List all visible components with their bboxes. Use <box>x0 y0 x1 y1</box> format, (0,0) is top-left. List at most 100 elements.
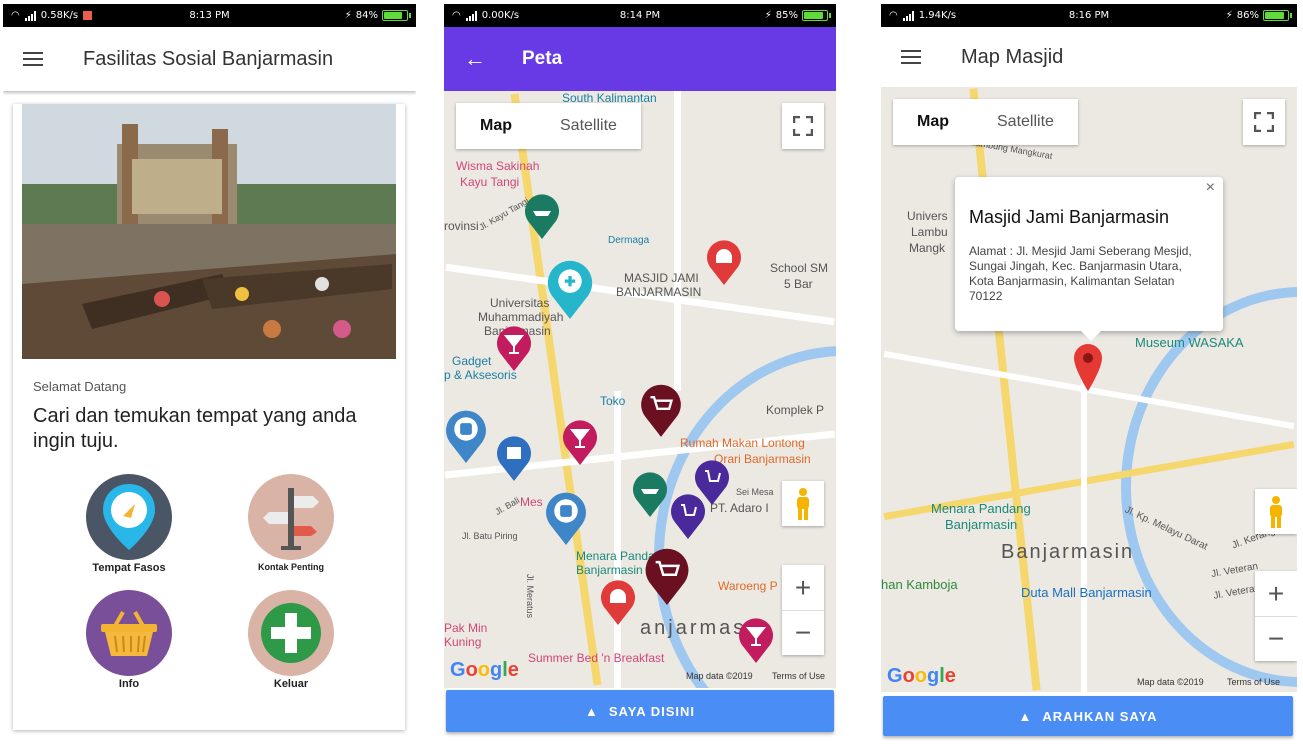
map-label: Menara Pandang <box>931 501 1031 516</box>
notification-icon <box>83 11 93 20</box>
signal-icon <box>902 10 914 21</box>
building-pin-icon[interactable] <box>496 435 532 481</box>
app-bar: Fasilitas Sosial Banjarmasin <box>3 27 416 91</box>
basket-icon <box>86 590 172 676</box>
map-data-credit: Map data ©2019 <box>686 671 753 681</box>
headline-text: Cari dan temukan tempat yang anda ingin … <box>33 405 357 452</box>
google-logo: Google <box>450 659 519 681</box>
cocktail-pin-icon[interactable] <box>738 617 774 663</box>
status-bar: ◠ 0.00K/s 8:14 PM ⚡ 85% <box>444 4 836 27</box>
google-logo: Google <box>887 665 956 687</box>
cocktail-pin-icon[interactable] <box>496 325 532 371</box>
map-label: Duta Mall Banjarmasin <box>1021 585 1152 600</box>
fullscreen-icon[interactable] <box>1243 99 1285 145</box>
map-data-credit: Map data ©2019 <box>1137 677 1204 687</box>
road <box>674 91 681 391</box>
hamburger-menu-icon[interactable] <box>23 52 43 66</box>
battery-saver-icon: ⚡ <box>1225 10 1233 21</box>
info-close-button[interactable]: × <box>1206 179 1215 197</box>
tile-tempat-fasos[interactable]: Tempat Fasos <box>74 474 184 574</box>
train-pin-icon[interactable] <box>444 409 488 463</box>
info-window: × Masjid Jami Banjarmasin Alamat : Jl. M… <box>955 177 1223 341</box>
zoom-in-button[interactable]: + <box>1255 571 1297 616</box>
button-label: SAYA DISINI <box>608 703 696 719</box>
terms-of-use-link[interactable]: Terms of Use <box>1227 677 1280 687</box>
map-label: MASJID JAMI <box>624 271 699 285</box>
zoom-out-button[interactable]: − <box>782 610 824 655</box>
battery-percent: 85% <box>775 10 798 21</box>
tile-kontak-penting[interactable]: Kontak Penting <box>236 474 346 572</box>
map-label: Rumah Makan Lontong <box>680 436 805 450</box>
boat-pin-icon[interactable] <box>524 193 560 239</box>
map-type-control: Map Satellite <box>893 99 1078 145</box>
map-label: Wisma Sakinah <box>456 159 540 173</box>
tile-label: Tempat Fasos <box>92 562 166 574</box>
map-label: Mes <box>520 495 543 509</box>
map-label: Banjarmasin <box>945 517 1018 532</box>
map-type-satellite[interactable]: Satellite <box>973 99 1078 145</box>
train-pin-icon[interactable] <box>544 491 588 545</box>
battery-icon <box>802 10 831 21</box>
welcome-text: Selamat Datang <box>33 379 127 394</box>
map-type-satellite[interactable]: Satellite <box>536 103 641 149</box>
button-label: ARAHKAN SAYA <box>1042 708 1158 724</box>
network-speed: 1.94K/s <box>918 10 957 21</box>
network-speed: 0.00K/s <box>481 10 520 21</box>
wifi-icon: ◠ <box>889 10 898 21</box>
zoom-out-button[interactable]: − <box>1255 616 1297 661</box>
city-photo <box>22 104 396 359</box>
shop-pin-icon[interactable] <box>642 547 692 605</box>
hospital-pin-icon[interactable] <box>546 259 594 319</box>
floating-market-image <box>22 104 396 359</box>
fullscreen-icon[interactable] <box>782 103 824 149</box>
google-map[interactable]: South Kalimantan Wisma Sakinah Kayu Tang… <box>444 91 836 688</box>
app-bar: Map Masjid <box>881 27 1297 87</box>
tile-info[interactable]: Info <box>74 590 184 690</box>
zoom-control: + − <box>1255 571 1297 661</box>
hamburger-menu-icon[interactable] <box>901 50 921 64</box>
cocktail-pin-icon[interactable] <box>562 419 598 465</box>
cart-pin-icon[interactable] <box>670 493 706 539</box>
pegman-icon[interactable] <box>1255 489 1297 534</box>
boat-pin-icon[interactable] <box>632 471 668 517</box>
zoom-in-button[interactable]: + <box>782 565 824 610</box>
map-label: Gadget <box>452 354 492 368</box>
plus-icon <box>248 590 334 676</box>
tile-keluar[interactable]: Keluar <box>236 590 346 690</box>
phone-map-screen: ◠ 0.00K/s 8:14 PM ⚡ 85% ← Peta South Kal… <box>444 4 836 742</box>
map-pin-icon <box>86 474 172 560</box>
map-label: han Kamboja <box>881 577 958 592</box>
road <box>1081 347 1087 692</box>
battery-icon <box>1263 10 1292 21</box>
google-map[interactable]: Univers Lambu Mangk Museum WASAKA Menara… <box>881 87 1297 692</box>
battery-percent: 86% <box>1236 10 1259 21</box>
navigation-arrow-icon: ▲ <box>1018 708 1033 724</box>
map-label: Jl. Batu Piring <box>462 531 518 541</box>
map-label: Univers <box>907 209 948 223</box>
pegman-icon[interactable] <box>782 481 824 526</box>
app-bar: ← Peta <box>444 27 836 91</box>
saya-disini-button[interactable]: ▲ SAYA DISINI <box>446 690 834 732</box>
terms-of-use-link[interactable]: Terms of Use <box>772 671 825 681</box>
map-label: rovinsi <box>444 219 479 233</box>
map-label: Lambu <box>911 225 948 239</box>
arahkan-saya-button[interactable]: ▲ ARAHKAN SAYA <box>883 696 1293 736</box>
map-type-map[interactable]: Map <box>456 103 536 149</box>
mosque-pin-icon[interactable] <box>600 579 636 625</box>
status-bar: ◠ 1.94K/s 8:16 PM ⚡ 86% <box>881 4 1297 27</box>
status-time: 8:16 PM <box>1068 10 1110 21</box>
battery-saver-icon: ⚡ <box>344 10 352 21</box>
map-label: Sei Mesa <box>736 487 774 497</box>
network-speed: 0.58K/s <box>40 10 79 21</box>
page-title: Fasilitas Sosial Banjarmasin <box>83 47 334 70</box>
status-time: 8:14 PM <box>619 10 661 21</box>
location-marker-icon[interactable] <box>1073 343 1103 391</box>
map-label: anjarmas <box>640 617 747 639</box>
map-type-control: Map Satellite <box>456 103 641 149</box>
map-type-map[interactable]: Map <box>893 99 973 145</box>
map-label: Jl. Bali <box>493 495 522 517</box>
mosque-pin-icon[interactable] <box>706 239 742 285</box>
shop-pin-icon[interactable] <box>640 383 682 437</box>
map-label: Mangk <box>909 241 946 255</box>
back-arrow-icon[interactable]: ← <box>464 46 486 72</box>
